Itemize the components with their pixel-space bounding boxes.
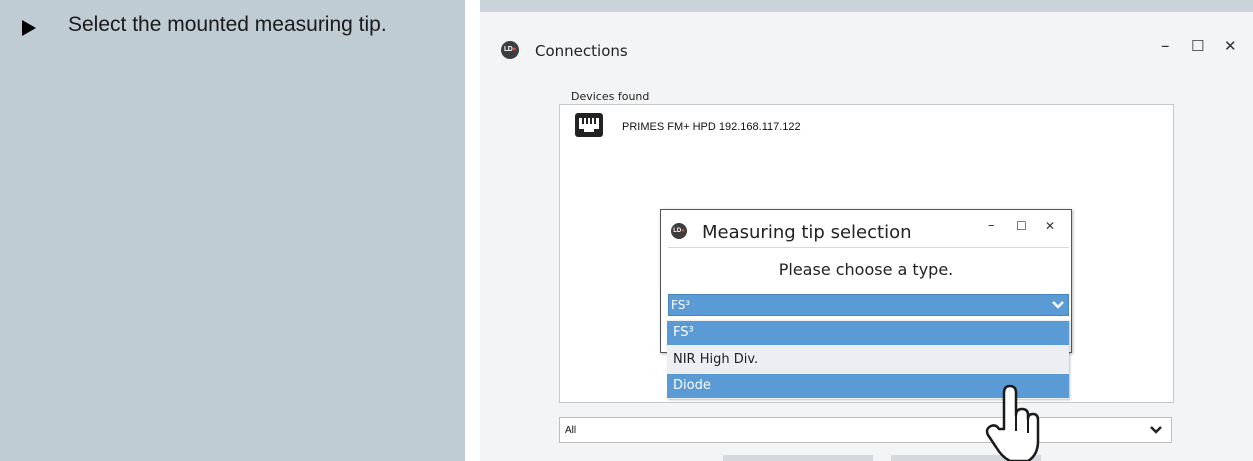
dialog-close-button[interactable]: ✕ <box>1045 219 1055 233</box>
chevron-down-icon <box>1052 301 1064 309</box>
dialog-divider <box>668 247 1069 248</box>
dialog-prompt: Please choose a type. <box>778 260 954 279</box>
tip-type-value: FS³ <box>671 298 691 312</box>
network-port-icon <box>575 113 603 137</box>
connections-window: LD● Connections – ☐ ✕ Devices found PRIM… <box>480 0 1253 461</box>
device-filter-select[interactable]: All <box>559 417 1172 443</box>
pointing-hand-cursor-icon <box>985 384 1040 461</box>
dialog-minimize-button[interactable]: – <box>988 218 995 233</box>
dialog-logo-icon: LD● <box>671 223 687 239</box>
maximize-button[interactable]: ☐ <box>1191 36 1204 56</box>
instruction-panel: Select the mounted measuring tip. <box>0 0 465 461</box>
close-button[interactable]: ✕ <box>1224 36 1237 56</box>
instruction-text: Select the mounted measuring tip. <box>68 13 387 36</box>
dialog-maximize-button[interactable]: ☐ <box>1016 219 1027 233</box>
minimize-button[interactable]: – <box>1161 36 1170 56</box>
play-arrow-icon <box>22 20 36 36</box>
device-label: PRIMES FM+ HPD 192.168.117.122 <box>622 121 801 133</box>
window-title: Connections <box>535 42 628 60</box>
dialog-title: Measuring tip selection <box>702 222 912 243</box>
chevron-down-icon <box>1150 426 1162 434</box>
dialog-logo-text: LD <box>673 228 682 234</box>
window-top-border <box>480 0 1253 12</box>
tip-type-select[interactable]: FS³ <box>668 294 1069 316</box>
app-logo-icon: LD● <box>501 41 519 59</box>
device-list-item[interactable]: PRIMES FM+ HPD 192.168.117.122 <box>575 113 975 143</box>
filter-value: All <box>565 425 577 436</box>
devices-found-label: Devices found <box>571 90 650 103</box>
option-nir-high-div[interactable]: NIR High Div. <box>667 348 1069 372</box>
connect-button[interactable] <box>723 455 873 461</box>
option-fs3[interactable]: FS³ <box>667 321 1069 345</box>
